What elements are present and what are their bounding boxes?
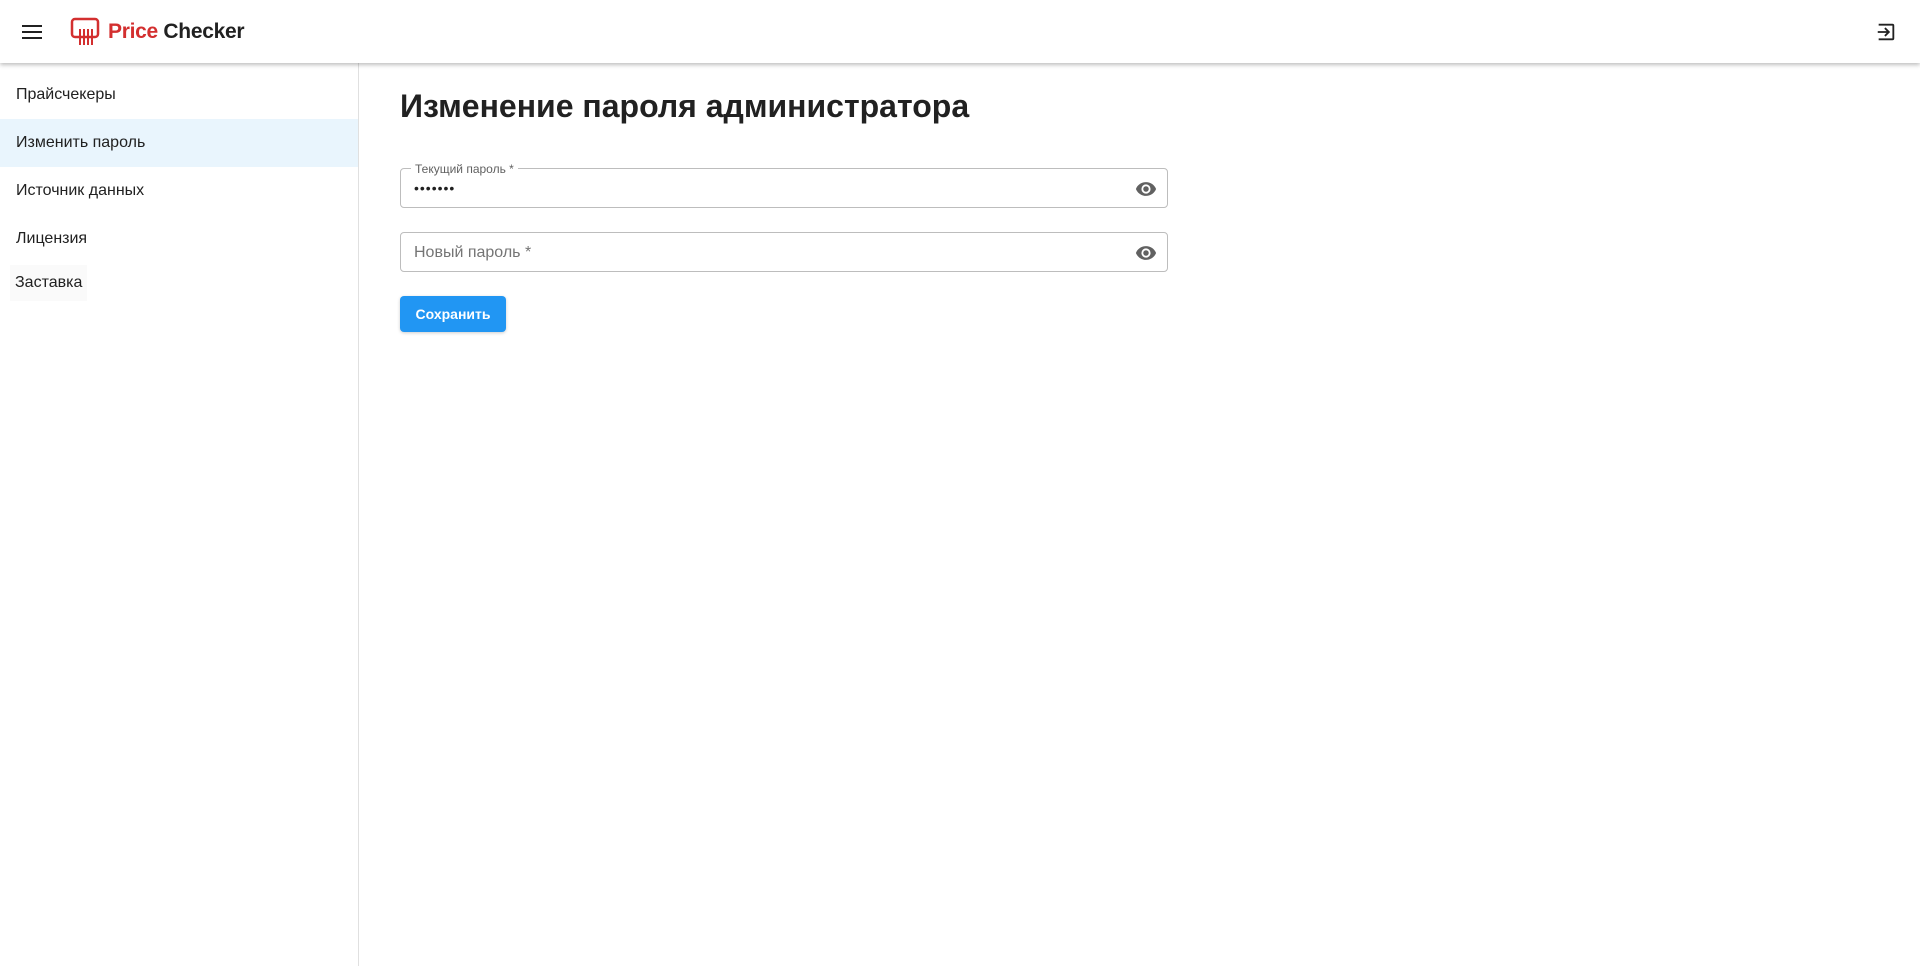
eye-icon bbox=[1135, 246, 1157, 260]
app-bar: Price Checker bbox=[0, 0, 1920, 63]
logout-button[interactable] bbox=[1872, 18, 1900, 46]
current-password-value: ••••••• bbox=[414, 180, 456, 196]
sidebar-item-change-password[interactable]: Изменить пароль bbox=[0, 119, 358, 167]
toggle-current-password-visibility[interactable] bbox=[1135, 178, 1157, 200]
sidebar-item-label: Прайсчекеры bbox=[16, 86, 116, 103]
sidebar-item-label: Лицензия bbox=[16, 230, 88, 247]
sidebar-item-license[interactable]: Лицензия bbox=[0, 215, 358, 263]
sidebar-item-label: Изменить пароль bbox=[16, 134, 146, 151]
sidebar-item-label: Заставка bbox=[15, 274, 83, 291]
page-title: Изменение пароля администратора bbox=[400, 88, 970, 124]
current-password-field[interactable]: Текущий пароль * ••••••• bbox=[400, 162, 1168, 208]
eye-icon bbox=[1135, 182, 1157, 196]
logout-icon bbox=[1877, 23, 1895, 41]
sidebar-item-data-source[interactable]: Источник данных bbox=[0, 167, 358, 215]
sidebar-item-screensaver[interactable]: Заставка bbox=[10, 265, 88, 301]
sidebar-item-label: Источник данных bbox=[16, 182, 145, 199]
hamburger-menu-icon bbox=[22, 25, 42, 39]
current-password-label: Текущий пароль * bbox=[411, 162, 518, 176]
price-checker-logo-icon bbox=[70, 17, 100, 45]
logo-text: Price Checker bbox=[108, 20, 245, 43]
menu-button[interactable] bbox=[16, 16, 48, 48]
sidebar-item-price-checkers[interactable]: Прайсчекеры bbox=[0, 71, 358, 119]
new-password-field[interactable]: Новый пароль * bbox=[400, 232, 1168, 272]
sidebar: Прайсчекеры Изменить пароль Источник дан… bbox=[0, 63, 359, 966]
app-logo[interactable]: Price Checker bbox=[70, 17, 245, 47]
new-password-placeholder: Новый пароль * bbox=[414, 244, 532, 261]
save-button[interactable]: Сохранить bbox=[400, 296, 506, 332]
toggle-new-password-visibility[interactable] bbox=[1135, 242, 1157, 264]
